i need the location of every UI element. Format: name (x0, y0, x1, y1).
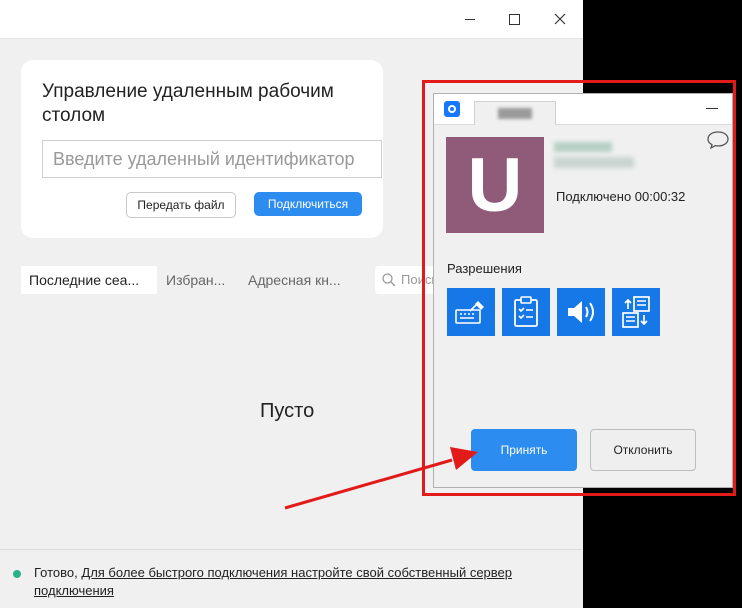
search-input[interactable]: Поиск (375, 266, 435, 294)
search-placeholder: Поиск (401, 272, 435, 287)
search-icon (381, 272, 397, 288)
status-text: Готово, Для более быстрого подключения н… (34, 564, 583, 600)
tab-address-book[interactable]: Адресная кн... (248, 266, 348, 294)
status-indicator (13, 570, 21, 578)
empty-state-text: Пусто (260, 400, 315, 422)
tab-favorites[interactable]: Избран... (166, 266, 228, 294)
accept-button[interactable]: Принять (471, 429, 577, 471)
redacted-user-id (554, 157, 634, 168)
minimize-button[interactable] (447, 0, 493, 38)
status-ready: Готово, (34, 565, 78, 580)
connect-button[interactable]: Подключиться (254, 192, 362, 216)
keyboard-icon (455, 301, 484, 324)
title-bar (0, 0, 583, 39)
permission-file-transfer-button[interactable] (612, 288, 660, 336)
maximize-button[interactable] (491, 0, 537, 38)
permissions-label: Разрешения (447, 261, 522, 276)
permission-audio-button[interactable] (557, 288, 605, 336)
speaker-icon (568, 301, 594, 323)
remote-id-input[interactable] (42, 140, 382, 178)
decline-button[interactable]: Отклонить (590, 429, 696, 471)
chat-icon[interactable] (706, 130, 730, 150)
clipboard-icon (514, 296, 538, 327)
redacted-tab-label (498, 108, 532, 119)
redacted-username (554, 142, 612, 152)
close-button[interactable] (537, 0, 583, 38)
minimize-icon (465, 18, 475, 20)
status-bar: Готово, Для более быстрого подключения н… (0, 549, 583, 608)
remote-control-card: Управление удаленным рабочим столом Пере… (21, 60, 383, 238)
tab-recent-sessions[interactable]: Последние сеа... (21, 266, 157, 294)
avatar: U (446, 137, 544, 233)
file-transfer-icon (622, 296, 650, 328)
incoming-connection-dialog: U Подключено 00:00:32 Разрешения Принять… (433, 93, 733, 488)
server-setup-link[interactable]: Для более быстрого подключения настройте… (34, 565, 512, 598)
connection-timer: Подключено 00:00:32 (556, 189, 686, 204)
permission-keyboard-button[interactable] (447, 288, 495, 336)
send-file-button[interactable]: Передать файл (126, 192, 236, 218)
maximize-icon (508, 13, 520, 25)
permission-clipboard-button[interactable] (502, 288, 550, 336)
dialog-minimize-icon[interactable] (706, 108, 718, 109)
dialog-title-bar (434, 94, 732, 125)
close-icon (554, 13, 566, 25)
dialog-tab[interactable] (474, 101, 556, 125)
app-logo-icon (444, 101, 460, 117)
card-title: Управление удаленным рабочим столом (42, 81, 334, 126)
